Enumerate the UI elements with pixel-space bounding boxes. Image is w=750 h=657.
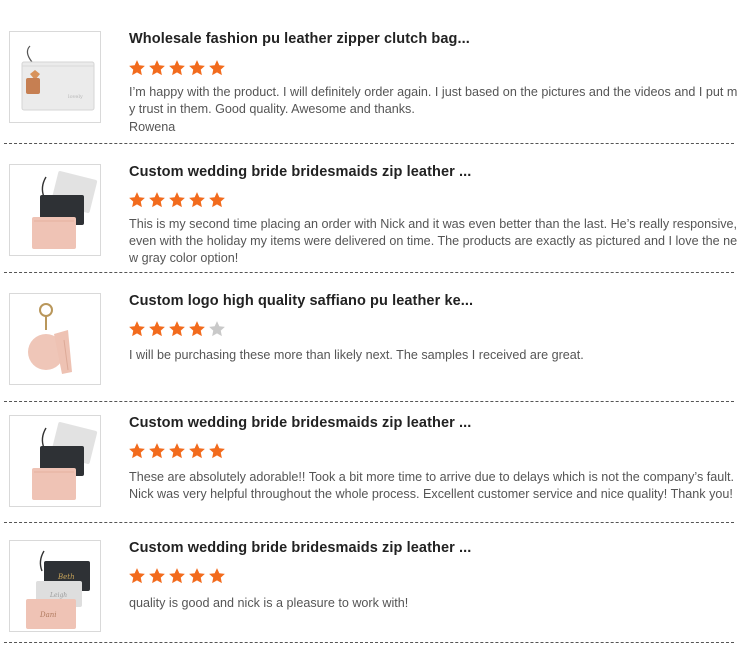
stacked-clutches-with-script-icon: Beth Leigh Dani	[26, 550, 90, 629]
star-filled-icon	[209, 192, 225, 208]
review-product-title[interactable]: Custom wedding bride bridesmaids zip lea…	[129, 164, 729, 180]
star-filled-icon	[169, 443, 185, 459]
star-filled-icon	[129, 321, 145, 337]
star-filled-icon	[169, 192, 185, 208]
star-filled-icon	[129, 443, 145, 459]
star-filled-icon	[129, 192, 145, 208]
rating-stars	[128, 320, 226, 340]
review-text: I will be purchasing these more than lik…	[129, 348, 584, 362]
product-thumbnail[interactable]: Beth Leigh Dani	[9, 540, 101, 632]
star-filled-icon	[189, 192, 205, 208]
review-text: I’m happy with the product. I will defin…	[129, 85, 738, 116]
svg-text:Beth: Beth	[57, 573, 75, 581]
star-filled-icon	[129, 60, 145, 76]
review-product-title[interactable]: Wholesale fashion pu leather zipper clut…	[129, 31, 729, 47]
rating-stars	[128, 191, 226, 211]
star-filled-icon	[149, 192, 165, 208]
product-thumbnail[interactable]: lovely	[9, 31, 101, 123]
review-divider	[4, 401, 734, 402]
star-filled-icon	[169, 568, 185, 584]
svg-text:lovely: lovely	[68, 94, 83, 100]
rating-stars	[128, 59, 226, 79]
stacked-clutches-icon	[32, 422, 98, 500]
review-product-title[interactable]: Custom wedding bride bridesmaids zip lea…	[129, 540, 729, 556]
review-divider	[4, 522, 734, 523]
review-divider	[4, 143, 734, 144]
product-thumbnail[interactable]	[9, 293, 101, 385]
star-filled-icon	[189, 443, 205, 459]
star-filled-icon	[209, 60, 225, 76]
keychain-tassel-icon	[28, 303, 72, 374]
star-filled-icon	[209, 568, 225, 584]
svg-text:Leigh: Leigh	[49, 592, 67, 599]
review-product-title[interactable]: Custom logo high quality saffiano pu lea…	[129, 293, 729, 309]
product-thumbnail[interactable]	[9, 164, 101, 256]
svg-text:Dani: Dani	[39, 611, 57, 619]
review-text: This is my second time placing an order …	[129, 217, 738, 265]
review-divider	[4, 642, 734, 643]
review-divider	[4, 272, 734, 273]
star-filled-icon	[149, 60, 165, 76]
star-filled-icon	[189, 60, 205, 76]
product-thumbnail[interactable]	[9, 415, 101, 507]
white-clutch-with-heart-tag-icon: lovely	[21, 45, 95, 111]
rating-stars	[128, 442, 226, 462]
star-filled-icon	[169, 321, 185, 337]
stacked-clutches-icon	[32, 171, 98, 249]
star-filled-icon	[129, 568, 145, 584]
star-filled-icon	[149, 321, 165, 337]
star-empty-icon	[209, 321, 225, 337]
star-filled-icon	[169, 60, 185, 76]
rating-stars	[128, 567, 226, 587]
review-text: These are absolutely adorable!! Took a b…	[129, 470, 735, 501]
star-filled-icon	[149, 443, 165, 459]
star-filled-icon	[189, 321, 205, 337]
review-text: quality is good and nick is a pleasure t…	[129, 596, 409, 610]
star-filled-icon	[149, 568, 165, 584]
star-filled-icon	[189, 568, 205, 584]
review-product-title[interactable]: Custom wedding bride bridesmaids zip lea…	[129, 415, 729, 431]
review-author: Rowena	[129, 120, 176, 134]
star-filled-icon	[209, 443, 225, 459]
